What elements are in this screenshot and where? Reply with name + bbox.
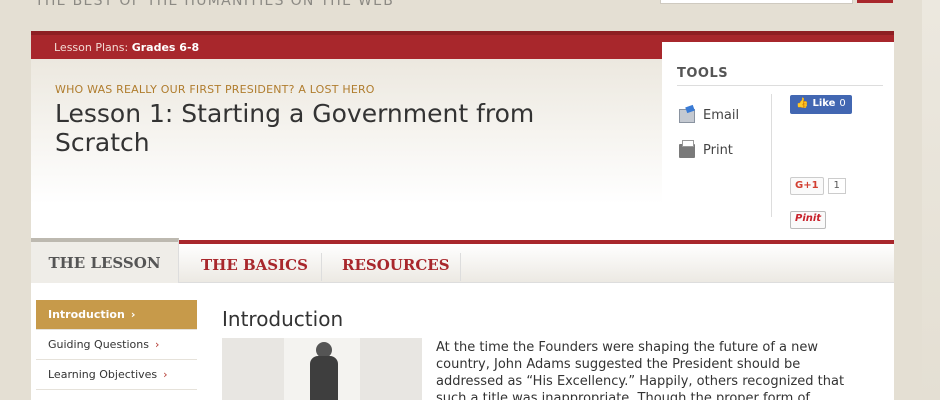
- email-link[interactable]: Email: [679, 108, 739, 123]
- facebook-like-button[interactable]: 👍 Like 0: [790, 95, 852, 114]
- sidebar-item-label: Learning Objectives: [48, 368, 158, 381]
- thumbs-up-icon: 👍: [796, 98, 809, 109]
- printer-icon: [679, 139, 695, 158]
- facebook-like-label: Like: [812, 98, 836, 109]
- tools-heading: TOOLS: [677, 66, 883, 86]
- print-link[interactable]: Print: [679, 139, 733, 158]
- lesson-sidebar-nav: Introduction › Guiding Questions › Learn…: [36, 300, 197, 390]
- sidebar-item-learning-objectives[interactable]: Learning Objectives ›: [36, 360, 197, 390]
- portrait-frame: [284, 338, 360, 400]
- search-input[interactable]: [660, 0, 853, 4]
- email-icon: [679, 108, 695, 123]
- breadcrumb-bar: Lesson Plans: Grades 6-8: [31, 31, 662, 59]
- tab-separator: [460, 253, 461, 281]
- search-button[interactable]: [857, 0, 893, 3]
- chevron-right-icon: ›: [154, 338, 160, 351]
- section-heading: Introduction: [222, 307, 344, 331]
- intro-paragraph: At the time the Founders were shaping th…: [436, 340, 845, 400]
- print-label: Print: [703, 143, 733, 158]
- chevron-right-icon: ›: [163, 368, 168, 381]
- facebook-like-count: 0: [839, 98, 846, 109]
- lesson-tabs: THE LESSON THE BASICS RESOURCES: [31, 238, 894, 283]
- lesson-kicker-link[interactable]: WHO WAS REALLY OUR FIRST PRESIDENT? A LO…: [55, 83, 375, 96]
- tab-the-lesson[interactable]: THE LESSON: [31, 238, 179, 283]
- tab-resources[interactable]: RESOURCES: [342, 242, 450, 287]
- email-label: Email: [703, 108, 740, 123]
- google-plus-label: G+1: [790, 177, 824, 195]
- breadcrumb-grades-link[interactable]: Grades 6-8: [132, 41, 199, 54]
- sidebar-item-introduction[interactable]: Introduction ›: [36, 300, 197, 330]
- site-tagline: THE BEST OF THE HUMANITIES ON THE WEB: [35, 0, 395, 9]
- chevron-right-icon: ›: [130, 308, 136, 321]
- google-plus-button[interactable]: G+1 1: [790, 177, 846, 195]
- page-background-edge: [922, 0, 940, 400]
- google-plus-count: 1: [827, 178, 846, 194]
- sidebar-item-label: Guiding Questions: [48, 338, 149, 351]
- tab-the-basics[interactable]: THE BASICS: [201, 242, 308, 287]
- sidebar-item-label: Introduction: [48, 308, 125, 321]
- main-content-panel: Lesson Plans: Grades 6-8 WHO WAS REALLY …: [31, 31, 894, 400]
- breadcrumb-section-link[interactable]: Lesson Plans:: [54, 41, 128, 54]
- tools-panel: TOOLS Email Print 👍 Like 0 G+1 1 Pinit: [662, 42, 894, 229]
- portrait-image: [222, 338, 422, 400]
- statue-figure-icon: [306, 342, 340, 400]
- tools-divider: [771, 94, 772, 217]
- tab-separator: [321, 253, 322, 281]
- page-title: Lesson 1: Starting a Government from Scr…: [55, 99, 535, 157]
- sidebar-item-guiding-questions[interactable]: Guiding Questions ›: [36, 330, 197, 360]
- breadcrumb: Lesson Plans: Grades 6-8: [54, 41, 199, 54]
- pinterest-pinit-button[interactable]: Pinit: [790, 211, 827, 229]
